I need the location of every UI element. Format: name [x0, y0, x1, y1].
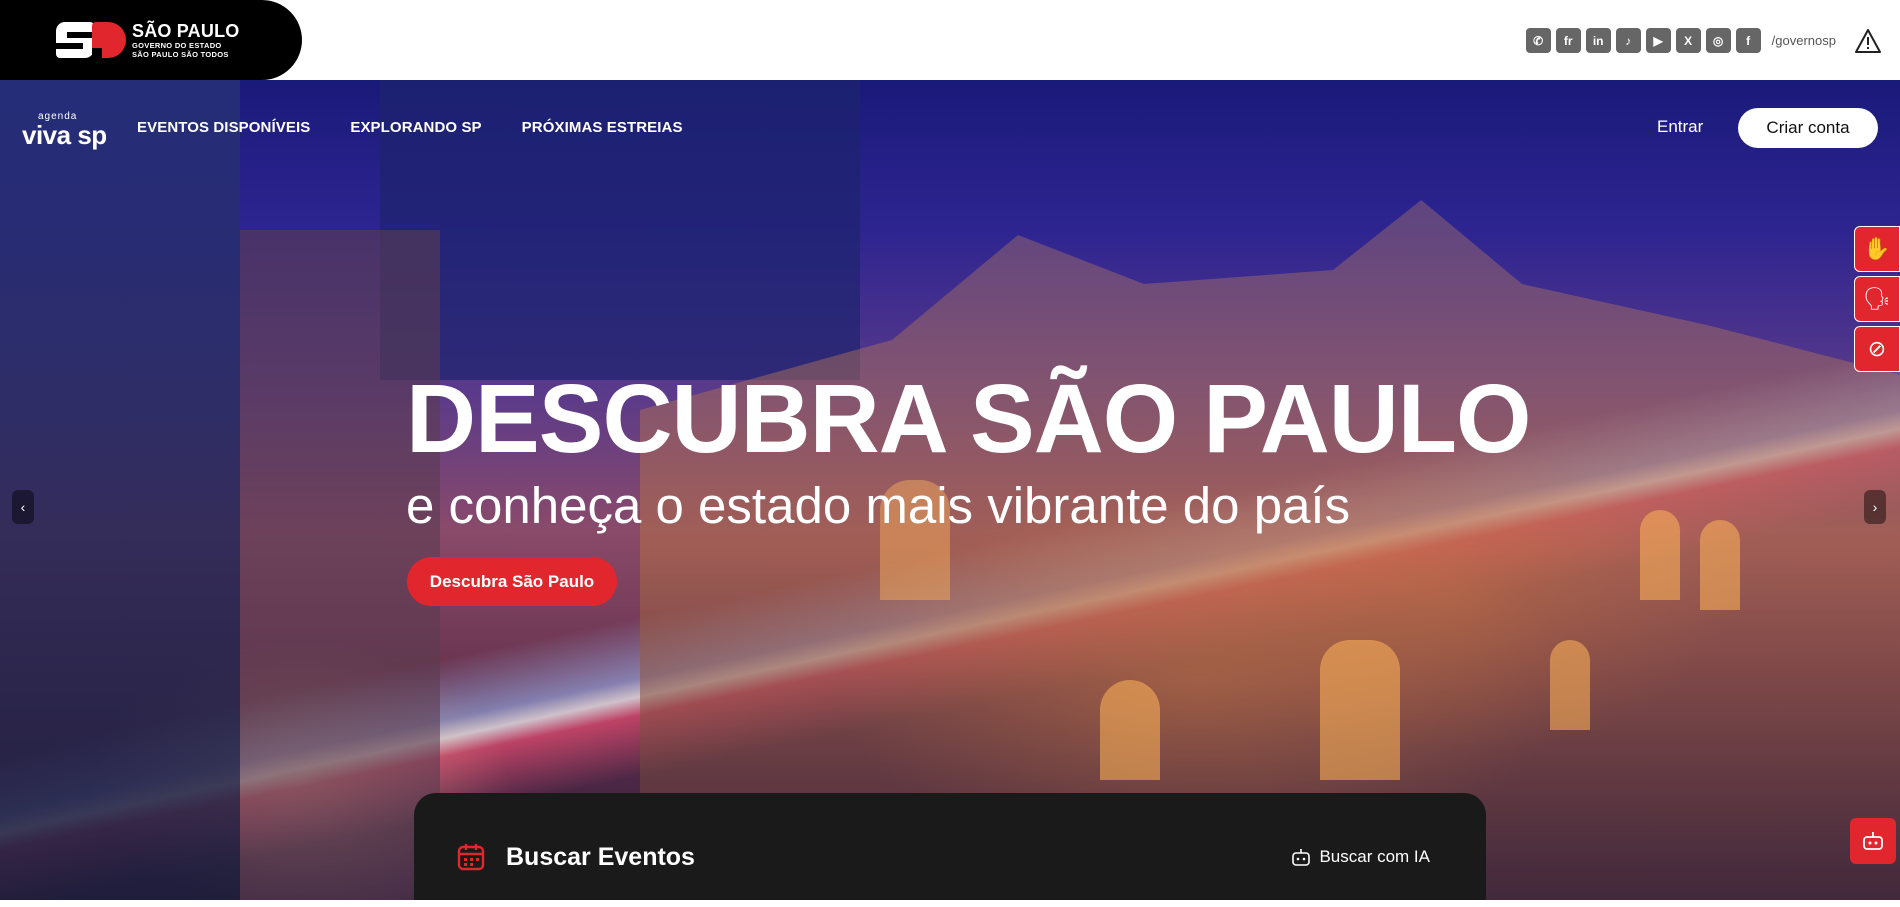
nav-proximas-estreias[interactable]: PRÓXIMAS ESTREIAS [522, 119, 683, 136]
low-vision-icon: ⊘ [1867, 336, 1887, 361]
search-with-ai-button[interactable]: Buscar com IA [1291, 847, 1430, 867]
audio-description-icon: 🗣 [1863, 286, 1891, 311]
sign-language-button[interactable]: ✋ [1854, 226, 1900, 272]
nav-eventos-disponiveis[interactable]: EVENTOS DISPONÍVEIS [137, 119, 310, 136]
government-brand-text: SÃO PAULO GOVERNO DO ESTADO SÃO PAULO SÃ… [132, 22, 239, 59]
brand-line-1: SÃO PAULO [132, 20, 240, 41]
x-icon[interactable]: X [1675, 28, 1701, 53]
linkedin-icon[interactable]: in [1585, 28, 1611, 53]
tiktok-icon[interactable]: ♪ [1615, 28, 1641, 53]
main-navigation: EVENTOS DISPONÍVEIS EXPLORANDO SP PRÓXIM… [137, 119, 683, 136]
warning-icon[interactable] [1854, 28, 1882, 54]
logo-main-text: viva sp [22, 120, 107, 150]
sao-paulo-government-logo[interactable]: SÃO PAULO GOVERNO DO ESTADO SÃO PAULO SÃ… [0, 0, 302, 80]
brand-line-2: GOVERNO DO ESTADO [132, 40, 222, 50]
social-links: ✆ fr in ♪ ▶ X ◎ f /governosp [1525, 28, 1836, 53]
social-handle: /governosp [1771, 33, 1836, 48]
low-vision-button[interactable]: ⊘ [1854, 326, 1900, 372]
government-header: SÃO PAULO GOVERNO DO ESTADO SÃO PAULO SÃ… [0, 0, 1900, 80]
audio-description-button[interactable]: 🗣 [1854, 276, 1900, 322]
signup-button[interactable]: Criar conta [1738, 108, 1878, 148]
chatbot-button[interactable] [1850, 818, 1896, 864]
hero-subheadline: e conheça o estado mais vibrante do país [406, 477, 1351, 534]
page-bottom-edge [0, 900, 1900, 907]
hero-headline: DESCUBRA SÃO PAULO [406, 364, 1531, 473]
discover-sao-paulo-button[interactable]: Descubra São Paulo [407, 557, 617, 606]
instagram-icon[interactable]: ◎ [1705, 28, 1731, 53]
agenda-viva-sp-logo[interactable]: agenda viva sp [22, 112, 107, 150]
facebook-icon[interactable]: f [1735, 28, 1761, 53]
sp-logo-icon [56, 22, 126, 58]
chatbot-icon [1863, 832, 1883, 850]
flickr-icon[interactable]: fr [1555, 28, 1581, 53]
nav-explorando-sp[interactable]: EXPLORANDO SP [350, 119, 481, 136]
brand-line-3: SÃO PAULO SÃO TODOS [132, 50, 229, 59]
youtube-icon[interactable]: ▶ [1645, 28, 1671, 53]
whatsapp-icon[interactable]: ✆ [1525, 28, 1551, 53]
sign-language-icon: ✋ [1863, 236, 1891, 261]
carousel-prev-arrow[interactable]: ‹ [12, 490, 34, 524]
carousel-next-arrow[interactable]: › [1864, 490, 1886, 524]
search-events-title: Buscar Eventos [506, 843, 695, 871]
search-with-ai-label: Buscar com IA [1319, 847, 1430, 866]
search-events-panel: Buscar Eventos Buscar com IA [414, 793, 1486, 907]
robot-icon [1292, 849, 1311, 866]
calendar-icon [457, 844, 485, 871]
login-link[interactable]: Entrar [1657, 117, 1703, 137]
